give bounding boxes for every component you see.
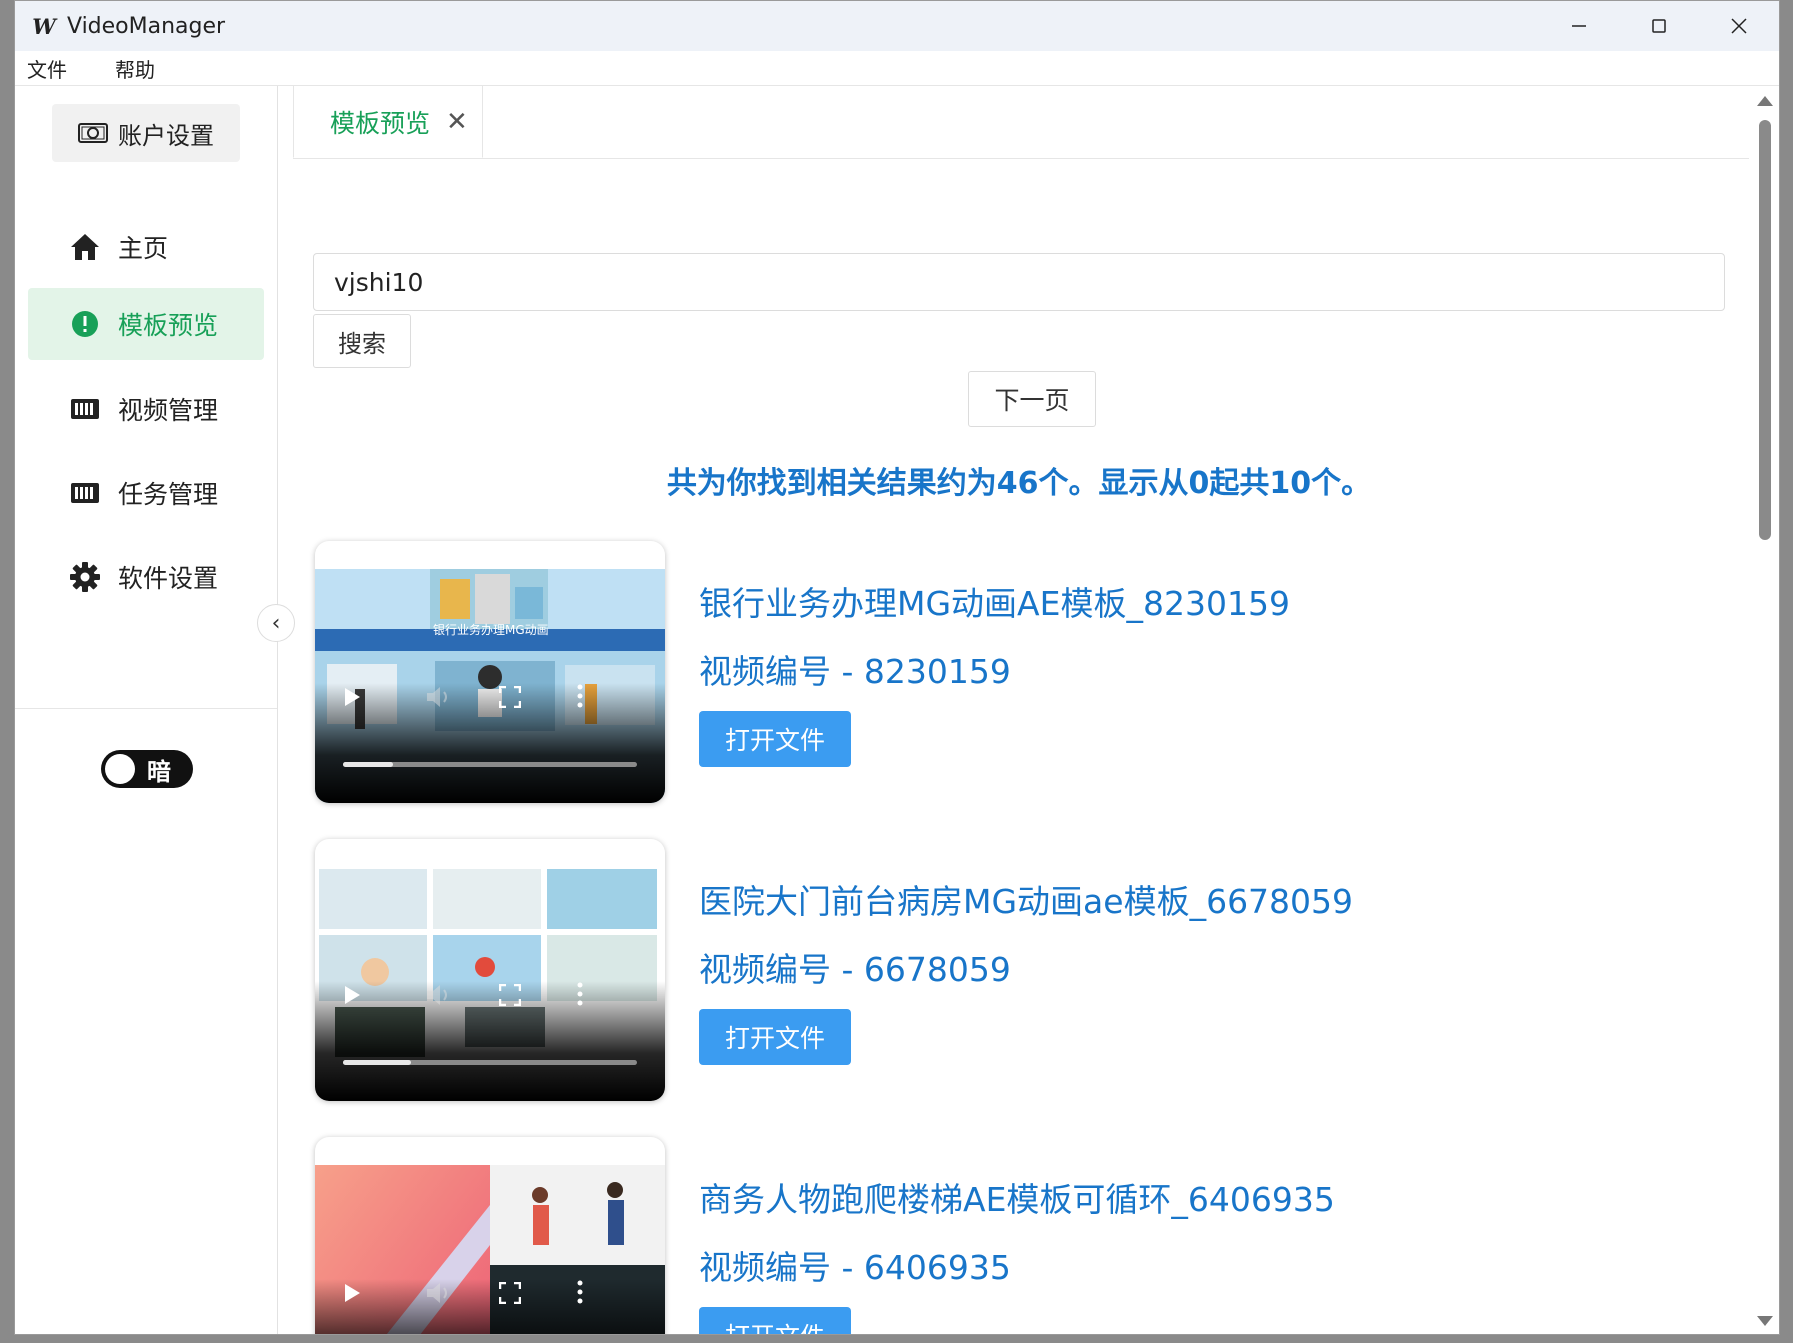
result-title[interactable]: 商务人物跑爬楼梯AE模板可循环_6406935 [699,1173,1335,1221]
scroll-down-arrow-icon[interactable] [1757,1316,1773,1326]
toggle-knob [105,754,135,784]
home-icon [68,232,102,262]
result-card: 银行业务办理MG动画 银行业务办理MG动画AE模板_8230159 视频编号 -… [313,541,1713,807]
result-card: 医院大门前台病房MG动画ae模板_6678059 视频编号 - 6678059 … [313,839,1713,1105]
video-player[interactable] [315,1137,665,1334]
window-title: VideoManager [67,13,226,39]
more-options-icon[interactable] [577,1280,583,1304]
close-button[interactable] [1699,1,1779,51]
account-settings-button[interactable]: 账户设置 [52,104,240,162]
maximize-button[interactable] [1619,1,1699,51]
search-button[interactable]: 搜索 [313,314,411,368]
menu-bar: 文件 帮助 [15,51,1779,86]
chevron-left-icon: ‹ [271,610,281,636]
main-content: 模板预览 ✕ 搜索 下一页 共为你找到相关结果约为46个。显示从0起共10个。 [278,86,1749,1334]
result-video-id: 视频编号 - 6406935 [699,1248,1011,1287]
scroll-up-arrow-icon[interactable] [1757,96,1773,106]
more-options-icon[interactable] [577,982,583,1006]
minimize-button[interactable] [1539,1,1619,51]
sidebar-divider [15,708,277,709]
sidebar-item-home[interactable]: 主页 [28,211,264,283]
sidebar-item-task-management[interactable]: 任务管理 [28,457,264,529]
window-controls [1539,1,1779,51]
theme-toggle-label: 暗 [147,757,171,786]
sidebar-item-label: 视频管理 [118,396,219,425]
result-card: 商务人物跑爬楼梯AE模板可循环_6406935 视频编号 - 6406935 打… [313,1137,1713,1334]
app-logo-icon: W [32,13,56,39]
volume-icon[interactable] [425,685,451,709]
player-controls-overlay [315,981,665,1101]
theme-toggle[interactable]: 暗 [101,750,193,788]
maximize-icon [1652,19,1666,33]
scrollbar-thumb[interactable] [1759,120,1771,540]
video-player[interactable] [315,839,665,1101]
title-bar: W VideoManager [15,1,1779,51]
account-card-icon [78,123,108,143]
minimize-icon [1572,25,1586,27]
result-title[interactable]: 医院大门前台病房MG动画ae模板_6678059 [699,875,1353,923]
more-options-icon[interactable] [577,684,583,708]
play-icon[interactable] [343,1283,361,1303]
film-icon [68,482,102,504]
tab-bar: 模板预览 ✕ [293,86,1749,159]
open-file-button[interactable]: 打开文件 [699,1307,851,1334]
sidebar-item-template-preview[interactable]: 模板预览 [28,288,264,360]
fullscreen-icon[interactable] [499,1282,521,1304]
volume-icon[interactable] [425,1281,451,1305]
result-video-id: 视频编号 - 6678059 [699,950,1011,989]
result-title[interactable]: 银行业务办理MG动画AE模板_8230159 [699,577,1290,625]
play-icon[interactable] [343,985,361,1005]
gear-icon [68,561,102,593]
fullscreen-icon[interactable] [499,984,521,1006]
result-summary: 共为你找到相关结果约为46个。显示从0起共10个。 [666,466,1372,501]
open-file-button[interactable]: 打开文件 [699,1009,851,1065]
result-video-id: 视频编号 - 8230159 [699,652,1011,691]
close-icon[interactable]: ✕ [446,107,468,137]
vertical-scrollbar[interactable] [1751,86,1779,1334]
video-progress-bar[interactable] [343,762,637,767]
sidebar-item-video-management[interactable]: 视频管理 [28,373,264,445]
sidebar-item-label: 主页 [118,234,169,263]
sidebar: 账户设置 主页 模板预览 视频管理 任务管理 软件设置 暗 [15,86,278,1334]
search-input[interactable] [313,253,1725,311]
film-icon [68,398,102,420]
sidebar-item-label: 软件设置 [118,564,219,593]
sidebar-item-label: 模板预览 [118,311,219,340]
collapse-sidebar-button[interactable]: ‹ [257,604,295,642]
video-player[interactable]: 银行业务办理MG动画 [315,541,665,803]
video-progress-bar[interactable] [343,1060,637,1065]
alert-circle-icon [68,310,102,338]
player-controls-overlay [315,683,665,803]
account-settings-label: 账户设置 [118,121,214,150]
player-controls-overlay [315,1279,665,1334]
open-file-button[interactable]: 打开文件 [699,711,851,767]
thumbnail-caption: 银行业务办理MG动画 [433,623,549,637]
tab-template-preview[interactable]: 模板预览 ✕ [293,86,483,158]
volume-icon[interactable] [425,983,451,1007]
menu-help[interactable]: 帮助 [115,54,155,83]
menu-file[interactable]: 文件 [27,54,67,83]
sidebar-item-software-settings[interactable]: 软件设置 [28,541,264,613]
app-window: W VideoManager 文件 帮助 账户设置 主页 模板预览 视频管理 任… [14,0,1780,1335]
fullscreen-icon[interactable] [499,686,521,708]
play-icon[interactable] [343,687,361,707]
sidebar-item-label: 任务管理 [118,480,219,509]
next-page-button[interactable]: 下一页 [968,371,1096,427]
close-icon [1731,18,1747,34]
tab-label: 模板预览 [330,108,431,138]
